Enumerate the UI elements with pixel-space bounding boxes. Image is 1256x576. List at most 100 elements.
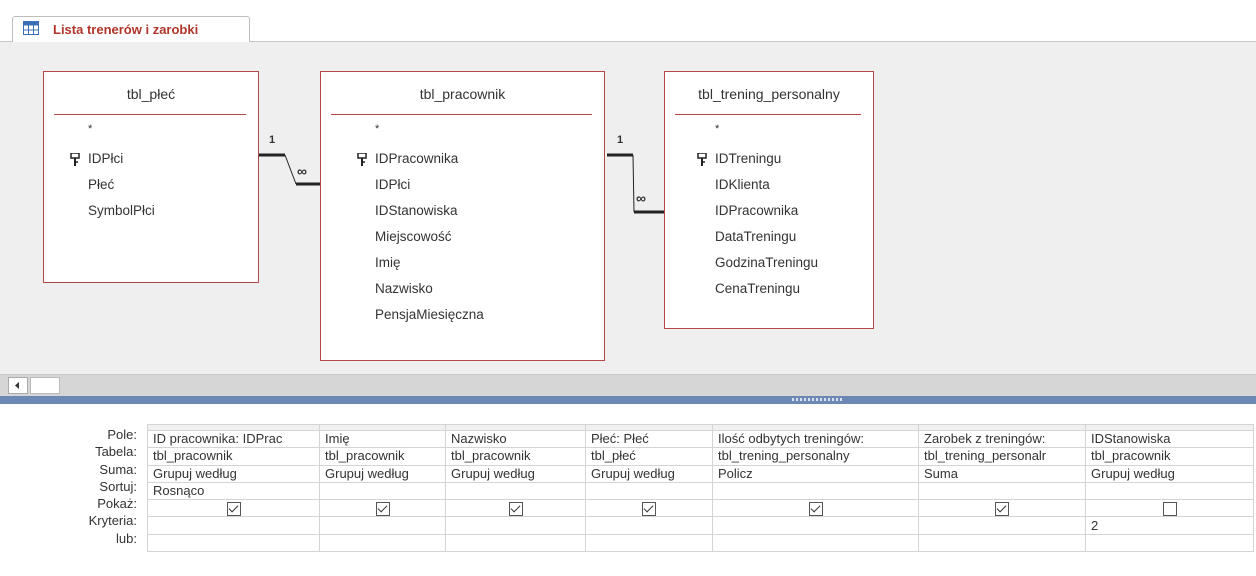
- field-item[interactable]: IDStanowiska: [321, 198, 604, 224]
- horizontal-scrollbar[interactable]: [0, 374, 1256, 396]
- field-star[interactable]: *: [321, 120, 604, 146]
- key-icon: [357, 153, 367, 166]
- table-cell[interactable]: tbl_trening_personalr: [918, 447, 1086, 466]
- join-2-one: 1: [617, 134, 624, 146]
- table-cell[interactable]: tbl_pracownik: [1085, 447, 1254, 466]
- field-star[interactable]: *: [661, 120, 873, 146]
- field-item[interactable]: Nazwisko: [321, 276, 604, 302]
- field-list-tbl-plec[interactable]: tbl_płeć * IDPłci Płeć SymbolPłci: [43, 71, 259, 283]
- total-cell[interactable]: Grupuj według: [319, 464, 446, 483]
- total-cell[interactable]: Suma: [918, 464, 1086, 483]
- field-cell[interactable]: Imię: [319, 429, 446, 449]
- show-checkbox[interactable]: [226, 501, 241, 516]
- field-item[interactable]: IDTreningu: [661, 146, 873, 172]
- key-icon: [697, 153, 707, 166]
- tab-query[interactable]: Lista trenerów i zarobki: [12, 16, 250, 43]
- field-cell[interactable]: Płeć: Płeć: [585, 429, 713, 449]
- table-cell[interactable]: tbl_płeć: [585, 447, 713, 466]
- field-item[interactable]: Imię: [321, 250, 604, 276]
- sort-cell[interactable]: [585, 481, 713, 501]
- field-list-tbl-pracownik[interactable]: tbl_pracownik * IDPracownika IDPłci IDSt…: [320, 71, 605, 361]
- splitter-grip[interactable]: [792, 398, 842, 401]
- total-cell[interactable]: Policz: [712, 464, 919, 483]
- sort-cell[interactable]: [445, 481, 586, 501]
- table-cell[interactable]: tbl_pracownik: [445, 447, 586, 466]
- sort-cell[interactable]: [319, 481, 446, 501]
- total-cell[interactable]: Grupuj według: [445, 464, 586, 483]
- or-cell[interactable]: [319, 533, 446, 553]
- or-cell[interactable]: [147, 533, 320, 553]
- total-cell[interactable]: Grupuj według: [1085, 464, 1254, 483]
- show-cell[interactable]: [445, 499, 586, 518]
- field-item[interactable]: CenaTreningu: [661, 276, 873, 302]
- field-list-title: tbl_trening_personalny: [698, 86, 840, 102]
- field-item[interactable]: IDPracownika: [321, 146, 604, 172]
- field-cell[interactable]: ID pracownika: IDPrac: [147, 429, 320, 449]
- field-item[interactable]: SymbolPłci: [34, 198, 258, 224]
- criteria-cell[interactable]: [918, 516, 1086, 535]
- sort-cell[interactable]: [918, 481, 1086, 501]
- field-item[interactable]: Miejscowość: [321, 224, 604, 250]
- show-cell[interactable]: [712, 499, 919, 518]
- row-label-kryteria: Kryteria:: [88, 513, 137, 529]
- row-label-pokaz: Pokaż:: [97, 496, 137, 512]
- show-checkbox[interactable]: [995, 501, 1009, 516]
- show-checkbox[interactable]: [375, 501, 390, 516]
- field-item[interactable]: IDKlienta: [661, 172, 873, 198]
- criteria-cell[interactable]: 2: [1085, 516, 1254, 535]
- field-item[interactable]: IDPłci: [34, 146, 258, 172]
- field-item[interactable]: IDPracownika: [661, 198, 873, 224]
- tab-title: Lista trenerów i zarobki: [53, 22, 199, 37]
- field-cell[interactable]: IDStanowiska: [1085, 429, 1254, 449]
- table-cell[interactable]: tbl_pracownik: [319, 447, 446, 466]
- row-label-lub: lub:: [116, 530, 137, 546]
- field-cell[interactable]: Nazwisko: [445, 429, 586, 449]
- show-cell[interactable]: [585, 499, 713, 518]
- field-list-tbl-trening-personalny[interactable]: tbl_trening_personalny * IDTreningu IDKl…: [664, 71, 874, 329]
- table-cell[interactable]: tbl_pracownik: [147, 447, 320, 466]
- field-cell[interactable]: Ilość odbytych treningów:: [712, 429, 919, 449]
- or-cell[interactable]: [445, 533, 586, 553]
- field-item[interactable]: DataTreningu: [661, 224, 873, 250]
- or-cell[interactable]: [918, 533, 1086, 553]
- show-cell[interactable]: [1085, 499, 1254, 518]
- or-cell[interactable]: [585, 533, 713, 553]
- criteria-cell[interactable]: [712, 516, 919, 535]
- join-1-one: 1: [269, 134, 276, 146]
- grid-row-tabela: tbl_pracownik tbl_pracownik tbl_pracownik t…: [147, 447, 1254, 466]
- query-icon: [23, 21, 39, 35]
- scroll-left-button[interactable]: [8, 377, 28, 394]
- field-star[interactable]: *: [34, 120, 258, 146]
- criteria-cell[interactable]: [445, 516, 586, 535]
- show-checkbox[interactable]: [508, 501, 523, 516]
- sort-cell[interactable]: [712, 481, 919, 501]
- total-cell[interactable]: Grupuj według: [585, 464, 713, 483]
- criteria-cell[interactable]: [319, 516, 446, 535]
- or-cell[interactable]: [1085, 533, 1254, 553]
- key-icon: [70, 153, 80, 166]
- field-item[interactable]: PensjaMiesięczna: [321, 302, 604, 328]
- query-grid-area: Pole: Tabela: Suma: Sortuj: Pokaż: Kryte…: [0, 404, 1256, 576]
- show-checkbox[interactable]: [642, 501, 656, 516]
- show-checkbox[interactable]: [1162, 501, 1177, 516]
- divider: [54, 114, 246, 115]
- field-cell[interactable]: Zarobek z treningów:: [918, 429, 1086, 449]
- scroll-thumb[interactable]: [30, 377, 60, 394]
- show-cell[interactable]: [147, 499, 320, 518]
- pane-splitter[interactable]: [0, 396, 1256, 404]
- sort-cell[interactable]: [1085, 481, 1254, 501]
- field-item[interactable]: IDPłci: [321, 172, 604, 198]
- total-cell[interactable]: Grupuj według: [147, 464, 320, 483]
- sort-cell[interactable]: Rosnąco: [147, 481, 320, 501]
- show-cell[interactable]: [319, 499, 446, 518]
- criteria-cell[interactable]: [147, 516, 320, 535]
- field-item[interactable]: Płeć: [34, 172, 258, 198]
- table-cell[interactable]: tbl_trening_personalny: [712, 447, 919, 466]
- triangle-left-icon: [15, 382, 19, 389]
- or-cell[interactable]: [712, 533, 919, 553]
- show-cell[interactable]: [918, 499, 1086, 518]
- criteria-cell[interactable]: [585, 516, 713, 535]
- field-item[interactable]: GodzinaTreningu: [661, 250, 873, 276]
- show-checkbox[interactable]: [808, 501, 823, 516]
- row-label-sortuj: Sortuj:: [99, 478, 137, 494]
